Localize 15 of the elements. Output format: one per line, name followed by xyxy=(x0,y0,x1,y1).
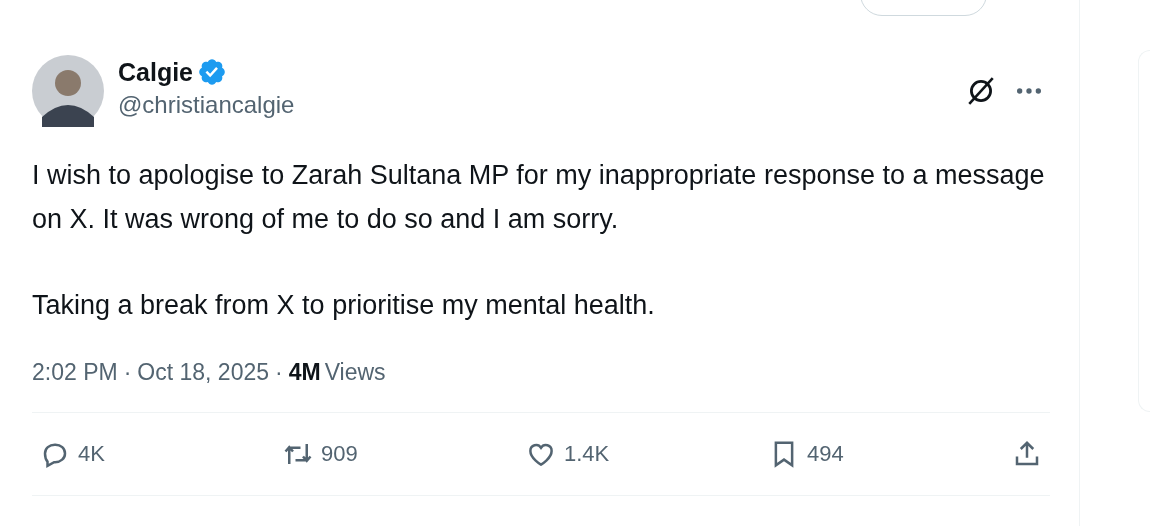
post-text: I wish to apologise to Zarah Sultana MP for my inappropriate response to a message on X. It was wrong of me to do so and I am sorry. xyxy=(32,159,1046,236)
post-time[interactable]: 2:02 PM xyxy=(32,359,118,386)
action-count: 1.4K xyxy=(564,441,610,467)
separator-dot: · xyxy=(123,359,132,386)
avatar[interactable] xyxy=(32,55,104,127)
author-name[interactable]: Calgie xyxy=(118,57,194,87)
views-count: 4M xyxy=(288,359,321,386)
views-label: Views xyxy=(324,359,386,386)
separator-dot: · xyxy=(275,359,283,386)
action-count: 494 xyxy=(807,441,844,467)
action-count: 909 xyxy=(321,441,358,467)
action-count: 4K xyxy=(78,441,105,467)
post-text: Taking a break from X to prioritise my mental health. xyxy=(32,289,656,322)
author-handle[interactable]: @christiancalgie xyxy=(118,91,295,119)
post-date[interactable]: Oct 18, 2025 xyxy=(137,359,270,386)
